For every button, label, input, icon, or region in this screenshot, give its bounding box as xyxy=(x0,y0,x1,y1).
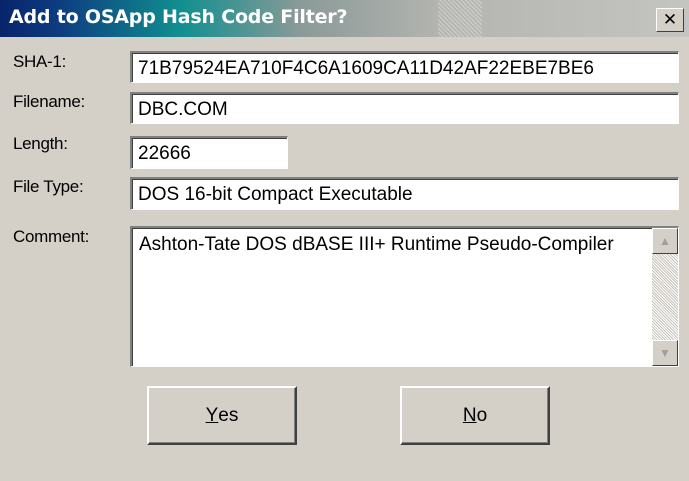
sha1-value: 71B79524EA710F4C6A1609CA11D42AF22EBE7BE6 xyxy=(138,58,594,79)
no-button[interactable]: No xyxy=(400,386,550,445)
title-bar-dither xyxy=(438,0,482,37)
arrow-up-icon: ▲ xyxy=(659,234,671,248)
title-bar[interactable]: Add to OSApp Hash Code Filter? ✕ xyxy=(0,0,689,37)
comment-value: Ashton-Tate DOS dBASE III+ Runtime Pseud… xyxy=(139,234,614,255)
yes-button[interactable]: Yes xyxy=(147,386,297,445)
filetype-field[interactable]: DOS 16-bit Compact Executable xyxy=(130,177,679,210)
dialog-window: Add to OSApp Hash Code Filter? ✕ SHA-1: … xyxy=(0,0,689,481)
filetype-value: DOS 16-bit Compact Executable xyxy=(138,184,413,205)
filename-value: DBC.COM xyxy=(138,99,228,120)
sha1-label: SHA-1: xyxy=(13,52,66,71)
yes-mnemonic: Y xyxy=(205,404,219,426)
length-field[interactable]: 22666 xyxy=(130,136,288,169)
filename-field[interactable]: DBC.COM xyxy=(130,92,679,124)
scroll-up-button[interactable]: ▲ xyxy=(652,228,678,254)
comment-textarea[interactable]: Ashton-Tate DOS dBASE III+ Runtime Pseud… xyxy=(130,226,679,367)
length-label: Length: xyxy=(13,134,68,153)
yes-label: es xyxy=(218,404,239,426)
close-button[interactable]: ✕ xyxy=(656,8,684,32)
close-icon: ✕ xyxy=(662,10,678,30)
arrow-down-icon: ▼ xyxy=(659,346,671,360)
no-mnemonic: N xyxy=(462,404,477,426)
comment-scrollbar[interactable]: ▲ ▼ xyxy=(652,228,678,366)
window-title: Add to OSApp Hash Code Filter? xyxy=(9,6,348,28)
no-label: o xyxy=(476,404,488,426)
scroll-down-button[interactable]: ▼ xyxy=(652,340,678,366)
scroll-track[interactable] xyxy=(652,254,678,340)
comment-label: Comment: xyxy=(13,227,90,246)
filename-label: Filename: xyxy=(13,92,85,111)
sha1-field[interactable]: 71B79524EA710F4C6A1609CA11D42AF22EBE7BE6 xyxy=(130,51,679,83)
filetype-label: File Type: xyxy=(13,177,84,196)
length-value: 22666 xyxy=(138,143,191,164)
